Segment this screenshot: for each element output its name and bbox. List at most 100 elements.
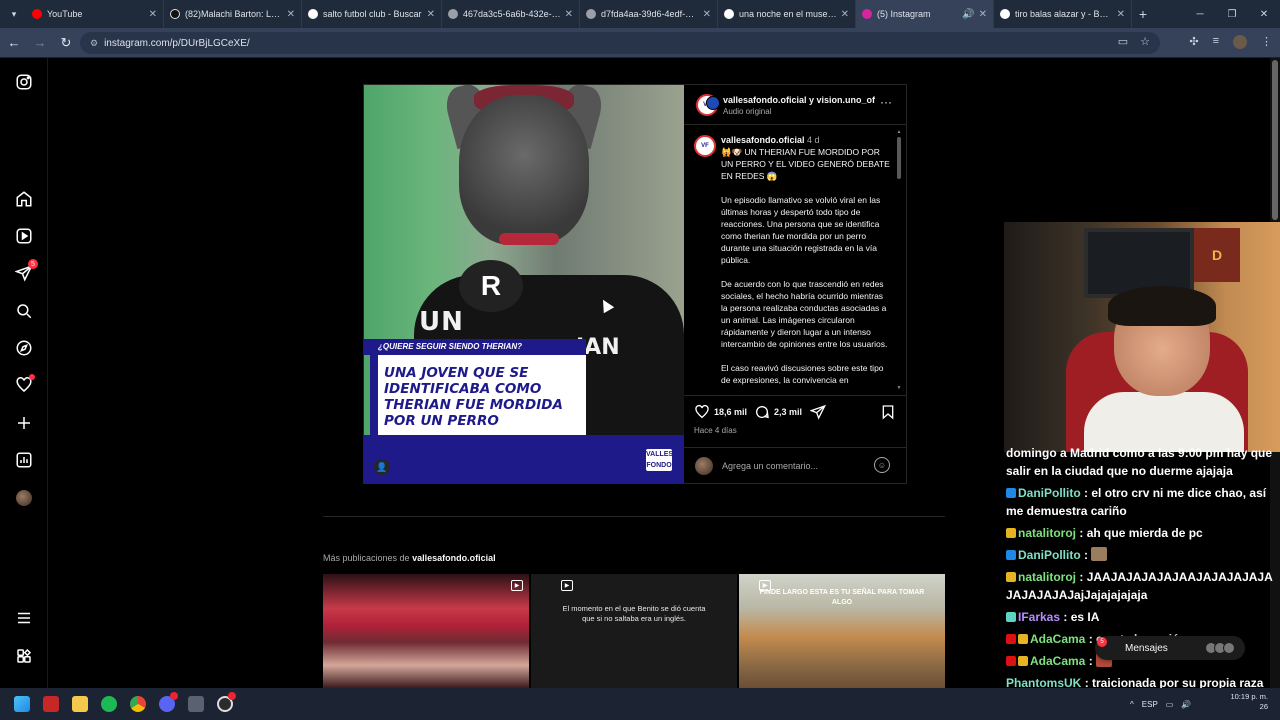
messages-badge: 5 (1097, 637, 1107, 647)
file-explorer-icon[interactable] (66, 690, 94, 718)
bookmark-star-icon[interactable]: ☆ (1140, 35, 1150, 48)
obs-icon[interactable] (211, 690, 239, 718)
like-button[interactable]: 18,6 mil (694, 404, 747, 420)
globe-icon (448, 9, 458, 19)
post-actions: 18,6 mil 2,3 mil Hace 4 días (684, 395, 906, 447)
collaborator-avatar[interactable] (706, 96, 720, 110)
url-bar[interactable]: ⚙ instagram.com/p/DUrBjLGCeXE/ (80, 32, 1160, 54)
home-icon[interactable] (14, 189, 34, 209)
chat-badge-icon (1018, 634, 1028, 644)
close-icon[interactable]: ✕ (841, 9, 849, 20)
messages-popup-button[interactable]: 5 Mensajes (1095, 636, 1245, 660)
comment-composer: ☺ (684, 447, 906, 483)
site-info-icon[interactable]: ⚙ (90, 38, 98, 49)
also-from-meta-icon[interactable] (14, 646, 34, 666)
language-indicator[interactable]: ESP (1142, 700, 1158, 709)
streamer-webcam: D (1004, 222, 1280, 452)
tab-tiktok[interactable]: (82)Malachi Barton: Latest ✕ (164, 0, 302, 28)
search-icon[interactable] (14, 301, 34, 321)
tab-uuid-2[interactable]: d7fda4aa-39d6-4edf-b97 ✕ (580, 0, 718, 28)
profile-avatar-icon[interactable] (14, 488, 34, 508)
share-button[interactable] (810, 404, 830, 420)
system-clock[interactable]: 10:19 p. m. 26 (1230, 692, 1268, 712)
instagram-logo-icon[interactable] (14, 72, 34, 92)
comment-button[interactable]: 2,3 mil (754, 404, 802, 420)
close-icon[interactable]: ✕ (565, 9, 573, 20)
reel-icon: ▶ (759, 580, 771, 591)
instagram-sidebar: 5 (0, 58, 48, 688)
caption-scrollbar[interactable]: ▲ ▼ (896, 129, 902, 391)
tab-youtube[interactable]: YouTube ✕ (26, 0, 164, 28)
tab-search-button[interactable]: ▾ (2, 4, 26, 24)
tab-instagram[interactable]: (5) Instagram 🔊 ✕ (856, 0, 994, 28)
chat-message: natalitoroj : ah que mierda de pc (1004, 524, 1280, 546)
tray-chevron-icon[interactable]: ^ (1130, 700, 1134, 709)
close-icon[interactable]: ✕ (287, 9, 295, 20)
more-posts-account[interactable]: vallesafondo.oficial (412, 553, 496, 563)
close-icon[interactable]: ✕ (1117, 9, 1125, 20)
close-window-button[interactable]: ✕ (1248, 0, 1280, 28)
caption-author-avatar[interactable]: VF (694, 135, 716, 157)
tab-google-search-3[interactable]: tiro balas alazar y - Busca ✕ (994, 0, 1132, 28)
restore-button[interactable]: ❐ (1216, 0, 1248, 28)
scroll-up-arrow[interactable]: ▲ (896, 129, 902, 135)
close-icon[interactable]: ✕ (703, 9, 711, 20)
forward-button[interactable]: → (28, 31, 52, 55)
minimize-button[interactable]: ─ (1184, 0, 1216, 28)
notifications-heart-icon[interactable] (14, 374, 35, 395)
chat-message: DaniPollito : el otro crv ni me dice cha… (1006, 486, 1267, 518)
close-icon[interactable]: ✕ (149, 9, 157, 20)
more-menu-icon[interactable] (14, 608, 34, 628)
volume-icon[interactable]: 🔊 (1181, 700, 1191, 709)
more-post-thumbnail[interactable]: ▶ (323, 574, 529, 688)
window-controls: ─ ❐ ✕ (1184, 0, 1280, 28)
toolbar-extensions: ✣ ≡ ⋮ (1189, 35, 1272, 49)
comment-icon (756, 406, 769, 419)
explore-icon[interactable] (14, 338, 34, 358)
tagged-people-icon[interactable]: 👤 (374, 459, 390, 475)
scroll-down-arrow[interactable]: ▼ (896, 385, 902, 391)
scrollbar-thumb[interactable] (897, 137, 901, 179)
close-icon[interactable]: ✕ (427, 9, 435, 20)
create-icon[interactable] (14, 413, 34, 433)
calculator-icon[interactable] (182, 690, 210, 718)
reels-icon[interactable] (14, 226, 34, 246)
comment-input[interactable] (722, 458, 862, 474)
address-bar-row: ← → ↻ ⚙ instagram.com/p/DUrBjLGCeXE/ ▭ ☆… (0, 28, 1280, 58)
save-button[interactable] (880, 404, 900, 420)
tab-google-search-1[interactable]: salto futbol club - Buscar ✕ (302, 0, 442, 28)
google-icon (724, 9, 734, 19)
more-options-icon[interactable]: ··· (880, 95, 892, 109)
more-post-thumbnail[interactable]: FINDE LARGO ESTA ES TU SEÑAL PARA TOMAR … (739, 574, 945, 688)
new-tab-button[interactable]: + (1132, 6, 1154, 22)
tab-uuid-1[interactable]: 467da3c5-6a6b-432e-b7 ✕ (442, 0, 580, 28)
emoji-icon[interactable]: ☺ (874, 457, 890, 473)
reload-button[interactable]: ↻ (54, 31, 78, 55)
page-scrollbar-thumb[interactable] (1272, 60, 1278, 220)
spotify-icon[interactable] (95, 690, 123, 718)
post-authors[interactable]: vallesafondo.oficial y vision.uno_of (723, 95, 875, 105)
audio-label[interactable]: Audio original (723, 107, 771, 116)
windows-start-icon[interactable] (8, 690, 36, 718)
post-header: VF vallesafondo.oficial y vision.uno_of … (684, 85, 906, 125)
post-date[interactable]: Hace 4 días (694, 426, 737, 435)
app-icon[interactable] (37, 690, 65, 718)
dashboard-icon[interactable] (14, 450, 34, 470)
reading-list-icon[interactable]: ≡ (1213, 35, 1219, 49)
profile-avatar[interactable] (1233, 35, 1247, 49)
back-button[interactable]: ← (2, 31, 26, 55)
chrome-icon[interactable] (124, 690, 152, 718)
cast-icon[interactable]: ▭ (1118, 35, 1128, 48)
more-post-thumbnail[interactable]: El momento en el que Benito se dió cuent… (531, 574, 737, 688)
speaker-icon[interactable]: 🔊 (962, 9, 974, 20)
close-icon[interactable]: ✕ (979, 9, 987, 20)
post-video[interactable]: UN IAN R ¿QUIERE SEGUIR SIENDO THERIAN? … (364, 85, 684, 483)
messages-icon[interactable]: 5 (14, 259, 38, 283)
extensions-icon[interactable]: ✣ (1189, 35, 1198, 49)
caption-username[interactable]: vallesafondo.oficial (721, 135, 805, 145)
network-icon[interactable]: ▭ (1166, 700, 1174, 709)
chrome-menu-icon[interactable]: ⋮ (1261, 35, 1272, 49)
reel-icon: ▶ (511, 580, 523, 591)
discord-icon[interactable] (153, 690, 181, 718)
tab-google-search-2[interactable]: una noche en el museo e ✕ (718, 0, 856, 28)
